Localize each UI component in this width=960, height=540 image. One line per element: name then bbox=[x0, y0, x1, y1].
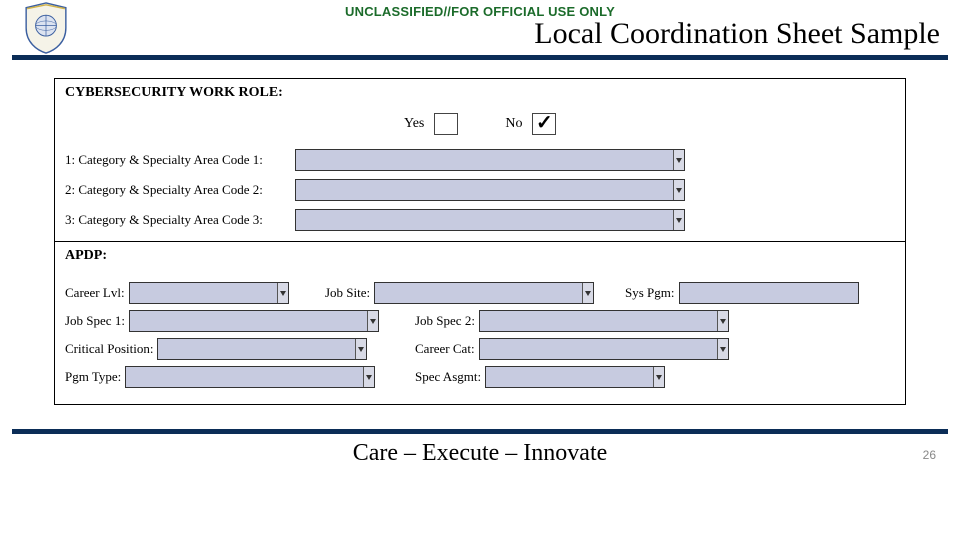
chevron-down-icon bbox=[673, 210, 684, 230]
job-spec1-dropdown[interactable] bbox=[129, 310, 379, 332]
header-divider bbox=[12, 55, 948, 60]
critical-position-label: Critical Position: bbox=[65, 341, 153, 357]
cat-code-3-dropdown[interactable] bbox=[295, 209, 685, 231]
pgm-type-label: Pgm Type: bbox=[65, 369, 121, 385]
job-spec2-label: Job Spec 2: bbox=[415, 313, 475, 329]
job-spec1-label: Job Spec 1: bbox=[65, 313, 125, 329]
pgm-type-dropdown[interactable] bbox=[125, 366, 375, 388]
chevron-down-icon bbox=[367, 311, 378, 331]
cyber-section-label: CYBERSECURITY WORK ROLE: bbox=[55, 79, 905, 105]
chevron-down-icon bbox=[673, 150, 684, 170]
job-site-label: Job Site: bbox=[325, 285, 370, 301]
sys-pgm-field[interactable] bbox=[679, 282, 859, 304]
chevron-down-icon bbox=[582, 283, 593, 303]
cyber-yes-label: Yes bbox=[404, 116, 424, 131]
job-spec2-dropdown[interactable] bbox=[479, 310, 729, 332]
career-lvl-dropdown[interactable] bbox=[129, 282, 289, 304]
chevron-down-icon bbox=[717, 339, 728, 359]
chevron-down-icon bbox=[277, 283, 288, 303]
spec-asgmt-label: Spec Asgmt: bbox=[415, 369, 481, 385]
chevron-down-icon bbox=[355, 339, 366, 359]
apdp-section-label: APDP: bbox=[55, 242, 905, 272]
cat-code-2-dropdown[interactable] bbox=[295, 179, 685, 201]
sys-pgm-label: Sys Pgm: bbox=[625, 285, 675, 301]
cyber-no-label: No bbox=[505, 116, 522, 131]
page-title: Local Coordination Sheet Sample bbox=[12, 17, 948, 51]
spec-asgmt-dropdown[interactable] bbox=[485, 366, 665, 388]
cyber-no-checkbox[interactable] bbox=[532, 113, 556, 135]
chevron-down-icon bbox=[363, 367, 374, 387]
cat-row-1-label: 1: Category & Specialty Area Code 1: bbox=[65, 152, 295, 168]
form-sample: CYBERSECURITY WORK ROLE: Yes No 1: Categ… bbox=[54, 78, 906, 405]
footer-tagline: Care – Execute – Innovate bbox=[353, 440, 608, 466]
chevron-down-icon bbox=[673, 180, 684, 200]
career-cat-dropdown[interactable] bbox=[479, 338, 729, 360]
org-shield-icon bbox=[20, 2, 72, 54]
cat-row-2-label: 2: Category & Specialty Area Code 2: bbox=[65, 182, 295, 198]
chevron-down-icon bbox=[653, 367, 664, 387]
career-lvl-label: Career Lvl: bbox=[65, 285, 125, 301]
cat-code-1-dropdown[interactable] bbox=[295, 149, 685, 171]
job-site-dropdown[interactable] bbox=[374, 282, 594, 304]
career-cat-label: Career Cat: bbox=[415, 341, 475, 357]
critical-position-dropdown[interactable] bbox=[157, 338, 367, 360]
page-number: 26 bbox=[923, 448, 936, 462]
chevron-down-icon bbox=[717, 311, 728, 331]
cyber-yes-checkbox[interactable] bbox=[434, 113, 458, 135]
cat-row-3-label: 3: Category & Specialty Area Code 3: bbox=[65, 212, 295, 228]
footer-divider bbox=[12, 429, 948, 434]
